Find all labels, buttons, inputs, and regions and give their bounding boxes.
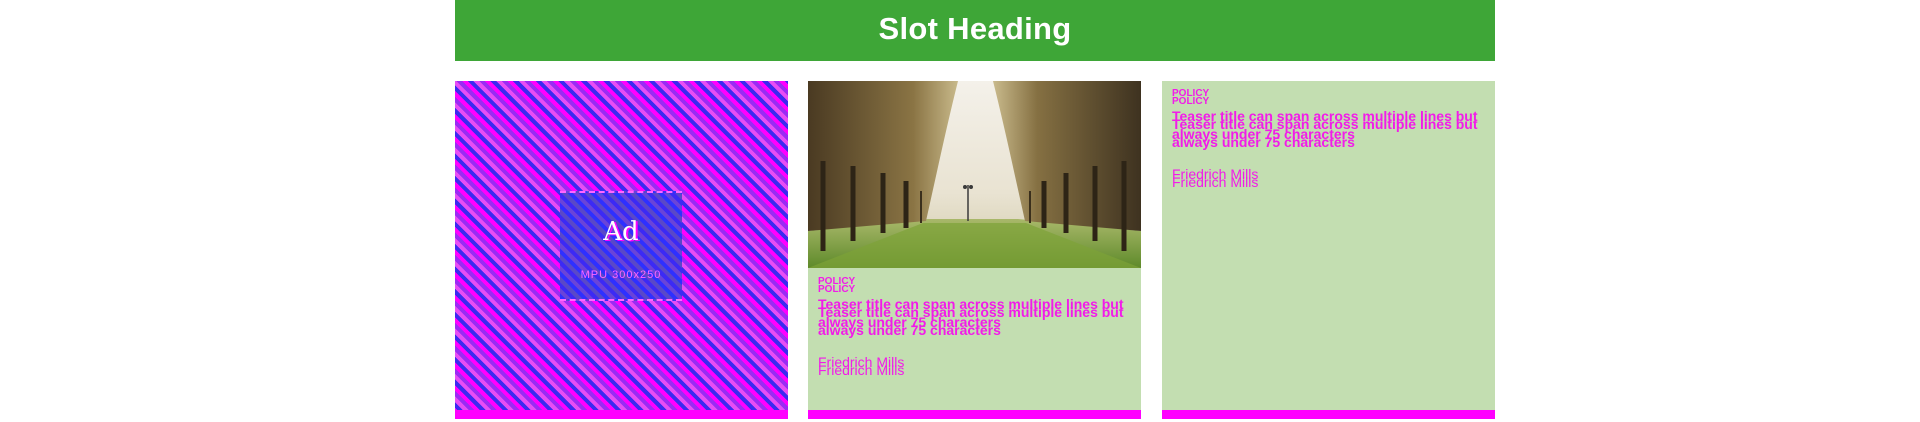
- teaser-category[interactable]: POLICY POLICY: [818, 277, 1133, 295]
- teaser-category[interactable]: POLICY POLICY: [1172, 89, 1487, 107]
- ad-inner-box: Ad MPU 300x250: [560, 191, 682, 301]
- teaser-card-with-image[interactable]: POLICY POLICY Teaser title can span acro…: [808, 81, 1141, 419]
- teaser-title[interactable]: Teaser title can span across multiple li…: [1172, 107, 1487, 150]
- teaser-image[interactable]: [808, 81, 1141, 268]
- teaser-body: POLICY POLICY Teaser title can span acro…: [818, 277, 1133, 378]
- teaser-card-text-only[interactable]: POLICY POLICY Teaser title can span acro…: [1162, 81, 1495, 419]
- teaser-author[interactable]: Friedrich Mills Friedrich Mills: [1172, 167, 1487, 189]
- card-accent-bar: [1162, 410, 1495, 419]
- ad-placeholder[interactable]: Ad MPU 300x250: [455, 81, 788, 419]
- palm-avenue-photo: [808, 81, 1141, 268]
- ad-size-text: MPU 300x250: [580, 269, 662, 281]
- teaser-author[interactable]: Friedrich Mills Friedrich Mills: [818, 355, 1133, 377]
- card-accent-bar: [808, 410, 1141, 419]
- teaser-body: POLICY POLICY Teaser title can span acro…: [1172, 89, 1487, 190]
- card-accent-bar: [455, 410, 788, 419]
- ad-label: Ad: [603, 217, 639, 247]
- teaser-title[interactable]: Teaser title can span across multiple li…: [818, 295, 1133, 338]
- slot-heading: Slot Heading: [455, 0, 1495, 61]
